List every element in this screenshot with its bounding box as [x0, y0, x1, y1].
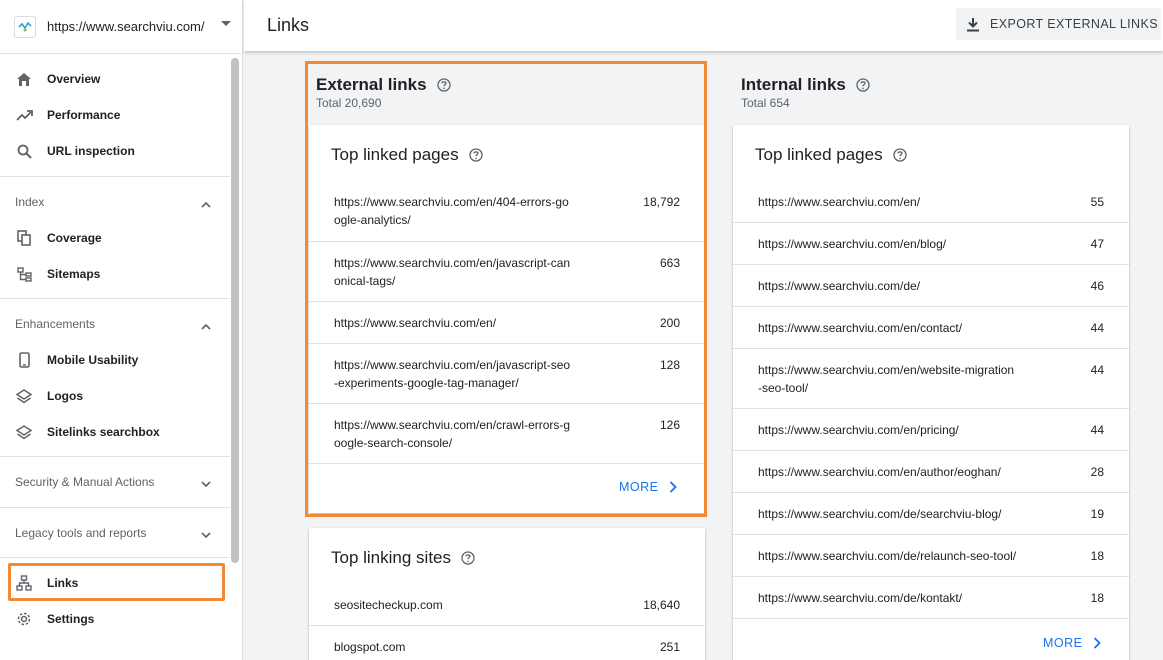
help-icon[interactable]	[856, 78, 870, 92]
internal-links-title: Internal links	[741, 75, 870, 95]
nav-label: URL inspection	[47, 144, 135, 158]
section-label: Index	[15, 195, 45, 209]
card-title: Top linked pages	[755, 145, 907, 165]
divider	[0, 298, 230, 299]
nav-label: Logos	[47, 389, 83, 403]
home-icon	[15, 70, 33, 88]
nav-sitemaps[interactable]: Sitemaps	[0, 256, 230, 292]
table-row[interactable]: https://www.searchviu.com/en/ 55	[733, 181, 1129, 223]
nav-coverage[interactable]: Coverage	[0, 220, 230, 256]
export-label: EXPORT EXTERNAL LINKS	[990, 17, 1158, 31]
nav-performance[interactable]: Performance	[0, 97, 230, 133]
sitemap-icon	[15, 265, 33, 283]
links-highlight-box	[8, 563, 225, 601]
top-header: Links EXPORT EXTERNAL LINKS	[244, 0, 1163, 51]
copy-icon	[15, 229, 33, 247]
site-favicon-icon	[14, 15, 36, 38]
table-row[interactable]: https://www.searchviu.com/de/relaunch-se…	[733, 535, 1129, 577]
divider	[0, 507, 230, 508]
nav-sitelinks-searchbox[interactable]: Sitelinks searchbox	[0, 414, 230, 450]
nav-url-inspection[interactable]: URL inspection	[0, 133, 230, 169]
more-button[interactable]: MORE	[1043, 636, 1101, 650]
sidebar-scrollbar[interactable]	[231, 58, 239, 563]
layers-icon	[15, 423, 33, 441]
chevron-up-icon	[201, 319, 211, 333]
property-selector[interactable]: https://www.searchviu.com/	[0, 0, 242, 54]
top-linking-sites-card: Top linking sites seositecheckup.com 18,…	[309, 528, 705, 660]
section-index[interactable]: Index	[0, 184, 230, 220]
search-icon	[15, 142, 33, 160]
external-links-highlight-box	[305, 61, 707, 517]
help-icon[interactable]	[892, 148, 907, 162]
table-row[interactable]: https://www.searchviu.com/de/searchviu-b…	[733, 493, 1129, 535]
nav-label: Sitelinks searchbox	[47, 425, 160, 439]
property-url: https://www.searchviu.com/	[47, 19, 205, 34]
section-security[interactable]: Security & Manual Actions	[0, 464, 230, 500]
section-label: Legacy tools and reports	[15, 526, 147, 540]
trending-up-icon	[15, 106, 33, 124]
nav-label: Overview	[47, 72, 101, 86]
internal-links-total: Total 654	[741, 96, 790, 110]
nav-label: Mobile Usability	[47, 353, 139, 367]
table-row[interactable]: https://www.searchviu.com/de/ 46	[733, 265, 1129, 307]
table-row[interactable]: seositecheckup.com 18,640	[309, 584, 705, 626]
table-row[interactable]: https://www.searchviu.com/en/pricing/ 44	[733, 409, 1129, 451]
card-title: Top linking sites	[331, 548, 475, 568]
table-row[interactable]: blogspot.com 251	[309, 626, 705, 660]
export-external-links-button[interactable]: EXPORT EXTERNAL LINKS	[956, 8, 1161, 40]
section-label: Security & Manual Actions	[15, 475, 155, 489]
nav-label: Performance	[47, 108, 121, 122]
table-row[interactable]: https://www.searchviu.com/en/contact/ 44	[733, 307, 1129, 349]
internal-top-linked-pages-card: Top linked pages https://www.searchviu.c…	[733, 125, 1129, 660]
table-row[interactable]: https://www.searchviu.com/de/kontakt/ 18	[733, 577, 1129, 619]
download-icon	[966, 17, 980, 32]
nav-label: Settings	[47, 612, 95, 626]
nav-label: Coverage	[47, 231, 102, 245]
nav-label: Sitemaps	[47, 267, 101, 281]
phone-icon	[15, 351, 33, 369]
section-label: Enhancements	[15, 317, 96, 331]
chevron-right-icon	[1093, 637, 1101, 649]
nav-mobile-usability[interactable]: Mobile Usability	[0, 342, 230, 378]
table-row[interactable]: https://www.searchviu.com/en/website-mig…	[733, 349, 1129, 409]
table-row[interactable]: https://www.searchviu.com/en/blog/ 47	[733, 223, 1129, 265]
gear-icon	[15, 610, 33, 628]
help-icon[interactable]	[461, 551, 475, 565]
divider	[0, 456, 230, 457]
divider	[0, 557, 230, 558]
chevron-down-icon	[201, 477, 211, 491]
chevron-down-icon[interactable]	[221, 21, 231, 26]
nav-logos[interactable]: Logos	[0, 378, 230, 414]
nav-settings[interactable]: Settings	[0, 601, 230, 637]
table-row[interactable]: https://www.searchviu.com/en/author/eogh…	[733, 451, 1129, 493]
page-title: Links	[267, 15, 310, 35]
section-enhancements[interactable]: Enhancements	[0, 306, 230, 342]
sidebar: https://www.searchviu.com/ Overview Perf…	[0, 0, 243, 660]
chevron-down-icon	[201, 528, 211, 542]
divider	[0, 176, 230, 177]
chevron-up-icon	[201, 197, 211, 211]
section-legacy[interactable]: Legacy tools and reports	[0, 515, 230, 551]
layers-icon	[15, 387, 33, 405]
nav-overview[interactable]: Overview	[0, 61, 230, 97]
